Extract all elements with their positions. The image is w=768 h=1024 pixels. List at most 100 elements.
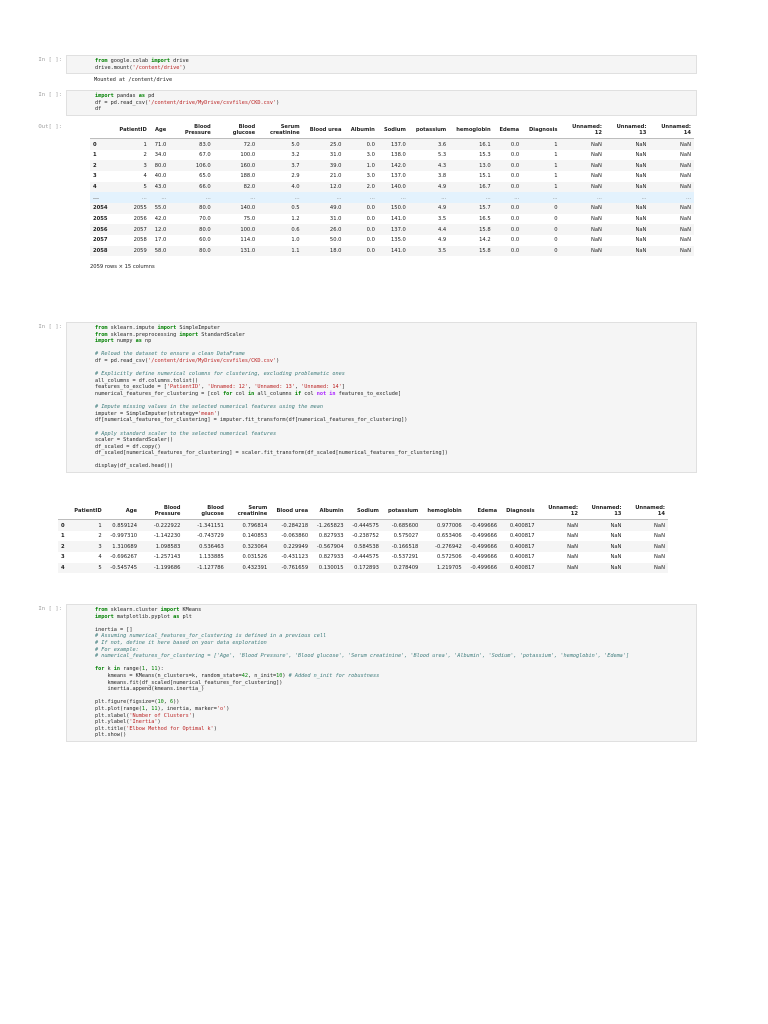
row-index: 2056 [93, 226, 108, 233]
table-cell: 0.0 [510, 162, 520, 169]
table-cell: -0.537291 [391, 554, 419, 561]
code-editor[interactable]: from google.colab import drive drive.moun… [66, 55, 697, 75]
table-cell: 4.9 [437, 237, 447, 244]
code-token: numerical_features_for_clustering = [col [95, 390, 224, 397]
table-cell: ... [641, 194, 647, 201]
column-header: Albumin [311, 503, 347, 521]
code-line: # For example: [95, 647, 692, 654]
code-token: 'PatientID' [166, 384, 202, 391]
table-cell: 16.7 [479, 184, 491, 190]
code-token: # Reload the dataset to ensure a clean D… [95, 351, 245, 358]
table-cell: 3.0 [366, 173, 375, 180]
table-cell: 60.0 [199, 237, 211, 244]
code-token: matplotlib.pyplot [113, 613, 174, 620]
cell-output: Mounted at /content/drive [94, 77, 173, 84]
code-token: numpy [113, 338, 136, 345]
table-cell: 15.3 [479, 151, 491, 158]
table-cell: -0.743729 [197, 532, 224, 539]
table-cell: -0.499666 [470, 532, 498, 539]
table-row: 2054 2055 55.0 80.0 140.0 0.5 49.0 0.0 150.0 4.9 1… [90, 203, 694, 214]
code-token: features_to_exclude = [ [95, 384, 167, 391]
code-token: df_scaled = df.copy() [95, 443, 161, 450]
table-cell: 17.0 [154, 237, 167, 244]
row-index: 1 [93, 151, 97, 158]
table-cell: -0.222922 [153, 522, 181, 529]
code-line: import numpy as np [95, 338, 692, 345]
code-token: kmeans.fit(df_scaled[numerical_features_… [95, 679, 283, 686]
table-cell: 80.0 [199, 248, 211, 255]
code-line: scaler = StandardScaler() [95, 437, 692, 444]
table-cell: ... [485, 194, 491, 201]
table-row: 2 3 80.0 106.0 160.0 3.7 39.0 1.0 142.0 4.3 13.0 0.… [90, 160, 694, 171]
table-cell: 71.0 [154, 141, 167, 148]
table-cell: -0.545745 [110, 565, 138, 571]
code-token: # Explicitly define numerical columns fo… [95, 371, 345, 378]
table-cell: 0.0 [510, 173, 520, 180]
table-cell: 0.0 [510, 205, 520, 212]
table-cell: 66.0 [199, 184, 211, 190]
table-cell: 100.0 [240, 226, 256, 233]
code-token: sklearn.cluster [107, 607, 161, 613]
code-line: all_columns = df.columns.tolist() [95, 378, 692, 385]
table-cell: 15.1 [479, 173, 491, 180]
code-editor[interactable]: from sklearn.impute import SimpleImputer… [66, 322, 697, 474]
code-token: from [95, 331, 108, 338]
table-row: 2057 2058 17.0 60.0 114.0 1.0 50.0 0.0 135.0 4.9 1… [90, 235, 694, 246]
code-line: plt.ylabel('Inertia') [95, 719, 692, 726]
table-cell: 12.0 [154, 226, 167, 233]
code-token: from [95, 58, 108, 64]
code-token: 'Unnamed: 12' [207, 384, 249, 391]
code-editor[interactable]: import pandas as pd df = pd.read_csv('/co… [66, 90, 697, 116]
code-token: plt.ylabel( [95, 719, 130, 726]
column-header: Age [149, 122, 170, 140]
table-cell: 0.0 [510, 237, 520, 244]
table-cell: 80.0 [199, 205, 211, 212]
table-cell: 80.0 [154, 162, 167, 169]
code-token: col [301, 390, 317, 397]
notebook-page: In [ ]: from google.colab import drive dr… [0, 0, 768, 1024]
table-cell: NaN [591, 141, 602, 148]
code-editor[interactable]: from sklearn.cluster import KMeans import… [66, 604, 697, 742]
table-cell: -0.567904 [316, 543, 344, 550]
table-cell: 1 [554, 162, 558, 169]
table-cell: NaN [591, 226, 602, 233]
code-line: import matplotlib.pyplot as plt [95, 614, 692, 621]
table-cell: 12.0 [329, 184, 342, 190]
table-cell: NaN [654, 522, 665, 529]
table-cell: 50.0 [329, 237, 342, 244]
table-cell: 0.0 [510, 248, 520, 255]
table-cell: NaN [680, 151, 691, 158]
code-line: features_to_exclude = ['PatientID', 'Unn… [95, 384, 692, 391]
table-cell: NaN [635, 216, 647, 223]
table-cell: 0.140853 [242, 532, 268, 539]
table-cell: -1.265823 [316, 522, 344, 529]
table-cell: ... [141, 194, 147, 201]
table-row: 3 4 40.0 65.0 188.0 2.9 21.0 3.0 137.0 3.8 15.1 0.0… [90, 171, 694, 182]
table-cell: 0.572506 [436, 554, 462, 561]
code-cell-kmeans-elbow: In [ ]: from sklearn.cluster import KMea… [38, 604, 697, 742]
column-header: hemoglobin [421, 503, 465, 521]
table-cell: NaN [635, 162, 647, 169]
table-cell: NaN [680, 237, 691, 244]
code-line: drive.mount('/content/drive') [95, 65, 692, 72]
table-cell: 0 [554, 216, 558, 223]
table-cell: 3.2 [291, 151, 300, 158]
table-cell: 114.0 [240, 237, 256, 244]
table-cell: ... [336, 194, 342, 201]
table-cell: 0.0 [366, 216, 375, 223]
code-token: 'o' [216, 705, 227, 712]
table-cell: -0.499666 [470, 522, 498, 529]
code-token: plt.xlabel( [95, 712, 130, 719]
table-cell: 75.0 [243, 216, 256, 223]
table-cell: 1.2 [291, 216, 300, 223]
table-cell: NaN [591, 216, 602, 223]
table-cell: 5.3 [437, 151, 447, 158]
table-cell: 0.584538 [354, 543, 379, 550]
code-token: SimpleImputer [176, 325, 220, 331]
table-cell: 1 [554, 173, 558, 180]
table-cell: NaN [635, 237, 647, 244]
table-cell: -0.499666 [470, 565, 498, 571]
